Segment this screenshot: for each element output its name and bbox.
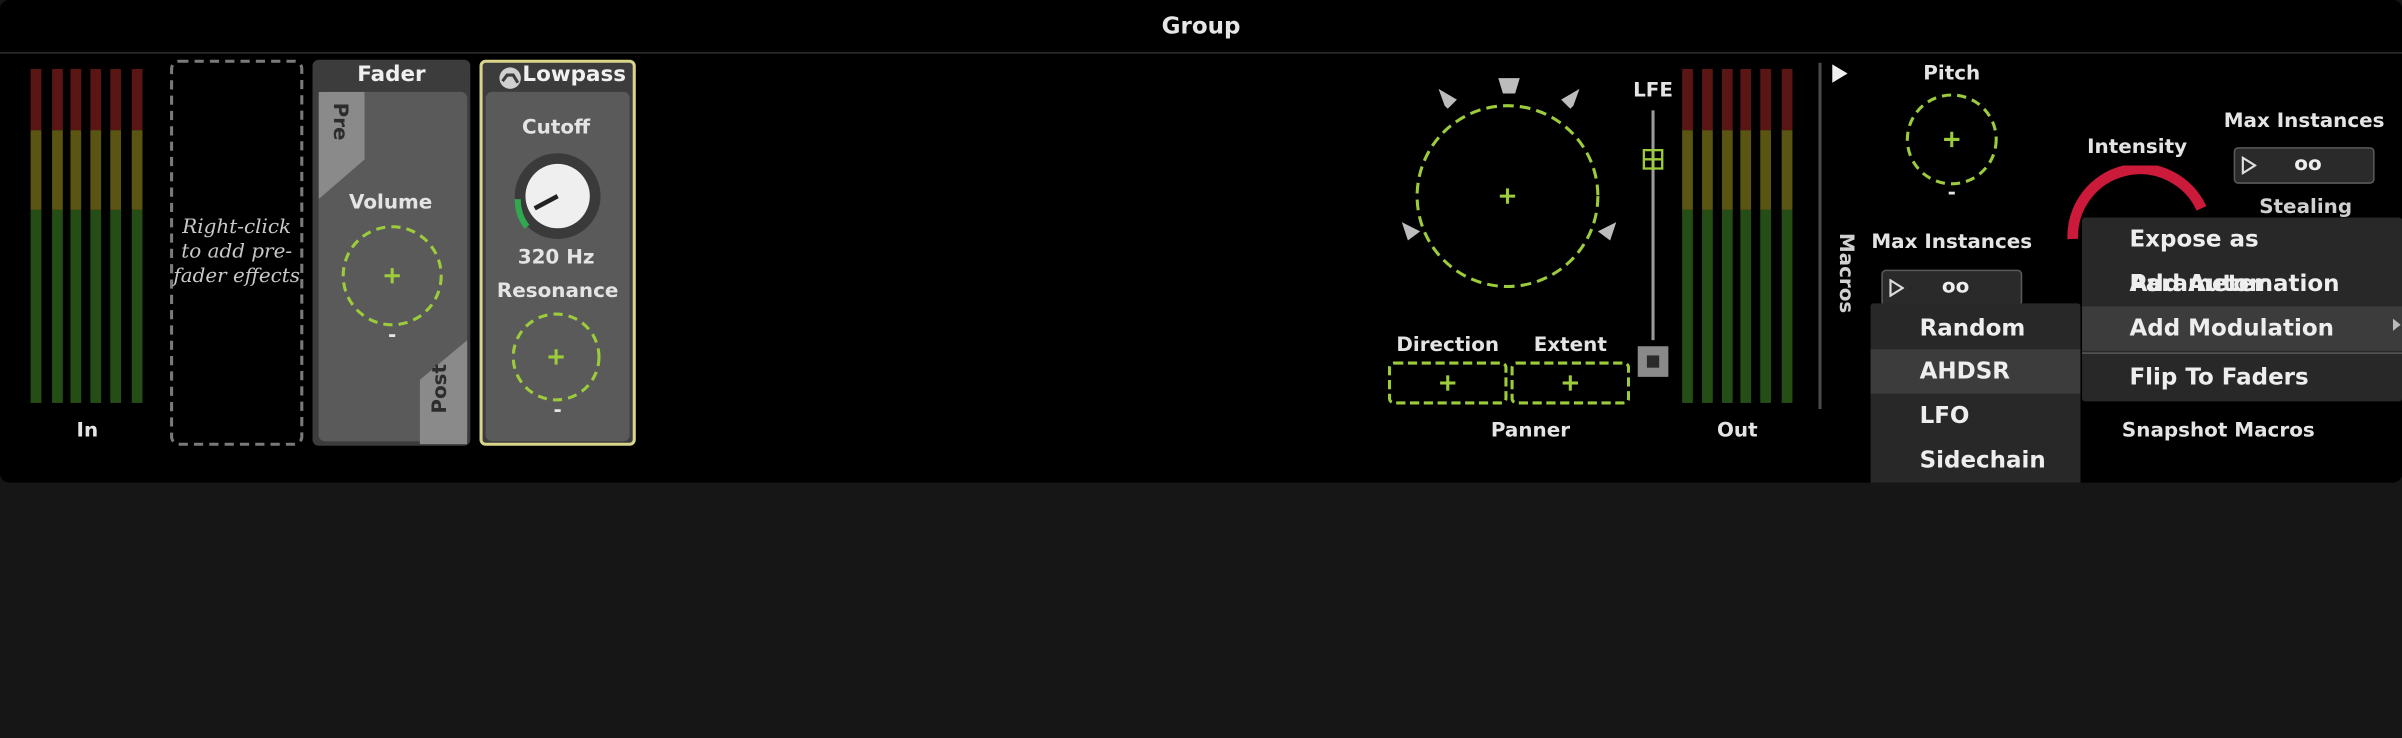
- max-instances-label-top: Max Instances: [2223, 110, 2385, 134]
- volume-knob[interactable]: [339, 222, 446, 329]
- output-label: Out: [1716, 419, 1758, 443]
- window-title: Group: [0, 0, 2402, 54]
- extent-label: Extent: [1533, 333, 1607, 357]
- resonance-knob[interactable]: [510, 311, 602, 403]
- submenu-arrow-icon: [2392, 318, 2401, 331]
- pre-fader-hint: Right-click to add pre-fader effects: [173, 216, 301, 289]
- resonance-label: Resonance: [496, 280, 619, 304]
- pitch-label: Pitch: [1923, 62, 1981, 86]
- menu-separator: [2081, 352, 2402, 354]
- cutoff-knob[interactable]: [506, 150, 613, 242]
- max-instances-label: Max Instances: [1871, 231, 2033, 255]
- resonance-value: -: [553, 399, 562, 423]
- context-menu: Expose as Parameter Add Automation Add M…: [2081, 217, 2402, 402]
- post-label: Post: [428, 363, 452, 414]
- submenu-item-lfo[interactable]: LFO: [1871, 394, 2081, 438]
- macros-divider: [1818, 62, 1822, 410]
- output-meter: [1679, 68, 1802, 403]
- direction-slider[interactable]: [1387, 361, 1508, 405]
- pre-label: Pre: [327, 102, 351, 141]
- lowpass-title: Lowpass: [522, 62, 626, 88]
- input-meter: [28, 68, 151, 403]
- fader-title: Fader: [357, 62, 426, 88]
- lowpass-icon: [499, 67, 521, 89]
- stealing-label: Stealing: [2259, 196, 2353, 220]
- cutoff-value: 320 Hz: [517, 246, 595, 270]
- submenu-item-ahdsr[interactable]: AHDSR: [1870, 349, 2081, 394]
- max-instances-field[interactable]: oo: [1881, 269, 2023, 307]
- volume-value: -: [388, 324, 397, 348]
- submenu-item-sidechain[interactable]: Sidechain: [1871, 438, 2081, 482]
- cutoff-label: Cutoff: [522, 116, 591, 140]
- menu-item-expose-as-parameter[interactable]: Expose as Parameter: [2082, 218, 2402, 297]
- menu-item-add-modulation[interactable]: Add Modulation: [2081, 306, 2402, 351]
- volume-label: Volume: [349, 191, 433, 215]
- panner-surround-control[interactable]: [1413, 101, 1603, 291]
- max-instances-value: oo: [1941, 275, 1970, 299]
- panner-label: Panner: [1490, 419, 1571, 443]
- extent-slider[interactable]: [1510, 361, 1631, 405]
- play-icon[interactable]: [1831, 63, 1849, 84]
- intensity-label: Intensity: [2087, 136, 2188, 160]
- lfe-slider[interactable]: [1636, 110, 1670, 383]
- direction-label: Direction: [1396, 333, 1500, 357]
- stepper-icon: [2241, 156, 2257, 175]
- lfe-label: LFE: [1633, 79, 1673, 103]
- menu-item-flip-to-faders[interactable]: Flip To Faders: [2082, 355, 2402, 399]
- modulation-submenu: Random AHDSR LFO Sidechain: [1870, 303, 2081, 483]
- macros-tab[interactable]: Macros: [1826, 233, 1857, 313]
- pitch-knob[interactable]: [1904, 92, 1999, 187]
- menu-item-add-automation[interactable]: Add Automation: [2082, 262, 2402, 306]
- max-instances-field-top[interactable]: oo: [2233, 147, 2375, 184]
- mixer-window: Group In Right-click to add pre-fader ef…: [0, 0, 2402, 483]
- stepper-icon: [1889, 278, 1905, 298]
- snapshot-macros-label: Snapshot Macros: [2121, 419, 2315, 443]
- submenu-item-random[interactable]: Random: [1871, 306, 2081, 350]
- pitch-value: -: [1947, 182, 1956, 206]
- max-instances-value-top: oo: [2294, 153, 2322, 177]
- input-label: In: [76, 419, 99, 443]
